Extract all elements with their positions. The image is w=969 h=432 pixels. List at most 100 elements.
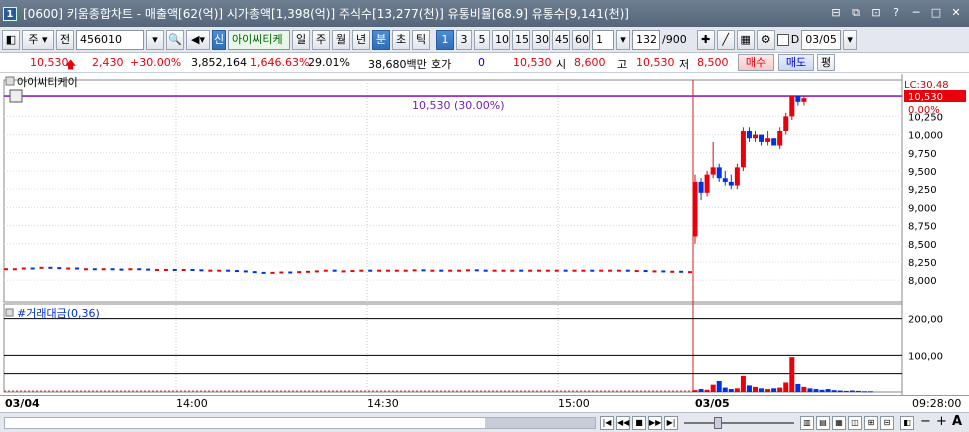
- open-value: 8,600: [574, 56, 606, 69]
- zoom-slider-track[interactable]: [684, 422, 794, 424]
- new-listing-badge[interactable]: 신: [212, 29, 226, 50]
- scroll-first-icon[interactable]: |◀: [600, 416, 614, 430]
- scroll-stop-icon[interactable]: ■: [632, 416, 646, 430]
- day1-candle: [66, 267, 71, 270]
- chart-scroll-thumb[interactable]: [485, 418, 595, 428]
- price-pane-title: 아이씨티케이: [17, 76, 78, 89]
- crosshair-icon[interactable]: ✚: [696, 29, 715, 50]
- hoga-label: 호가: [431, 58, 452, 71]
- stock-chart[interactable]: 10,25010,0009,7509,5009,2509,0008,7508,5…: [0, 74, 969, 410]
- zoom-slider-thumb[interactable]: [714, 417, 722, 429]
- layout-c-icon[interactable]: ▦: [832, 416, 846, 430]
- date-checkbox-label: D: [790, 33, 800, 46]
- eval-button[interactable]: 평: [817, 54, 835, 71]
- day1-candle: [483, 269, 488, 272]
- day1-candle: [270, 271, 275, 274]
- bar-count-input[interactable]: 132: [632, 29, 660, 50]
- high-label: 고: [617, 58, 628, 71]
- layout-e-icon[interactable]: ⊞: [864, 416, 878, 430]
- day2-candle-body: [753, 134, 758, 139]
- interval-dropdown-icon[interactable]: ▾: [616, 29, 630, 50]
- layout-b-icon[interactable]: ▤: [816, 416, 830, 430]
- interval-30[interactable]: 30: [532, 29, 550, 50]
- day1-candle: [110, 268, 115, 271]
- layout-d-icon[interactable]: ◫: [848, 416, 862, 430]
- gear-icon[interactable]: ⚙: [756, 29, 775, 50]
- stock-code-input[interactable]: 456010: [76, 29, 144, 50]
- interval-60[interactable]: 60: [572, 29, 590, 50]
- code-dropdown-icon[interactable]: ▾: [146, 29, 164, 50]
- tab-minute[interactable]: 분: [372, 29, 390, 50]
- date-dropdown-icon[interactable]: ▾: [843, 29, 858, 50]
- tab-week[interactable]: 주: [312, 29, 330, 50]
- day1-candle: [30, 267, 35, 270]
- scroll-next-icon[interactable]: ▶▶: [648, 416, 662, 430]
- time-readout: 09:28:00: [912, 397, 962, 410]
- day1-candle: [332, 269, 337, 272]
- interval-10[interactable]: 10: [492, 29, 510, 50]
- tab-month[interactable]: 월: [332, 29, 350, 50]
- day1-candle: [92, 268, 97, 271]
- sell-button[interactable]: 매도: [778, 54, 814, 71]
- tab-day[interactable]: 일: [292, 29, 310, 50]
- scroll-prev-icon[interactable]: ◀◀: [616, 416, 630, 430]
- sound-icon[interactable]: ◀▾: [186, 29, 210, 50]
- layout-g-icon[interactable]: ◧: [900, 416, 914, 430]
- interval-input[interactable]: 1: [592, 29, 614, 50]
- grid-icon[interactable]: ▦: [736, 29, 755, 50]
- tab-tick[interactable]: 틱: [412, 29, 430, 50]
- interval-15[interactable]: 15: [512, 29, 530, 50]
- volume: 3,852,164: [191, 56, 247, 69]
- interval-5[interactable]: 5: [474, 29, 490, 50]
- tab-year[interactable]: 년: [352, 29, 370, 50]
- x-label-day2: 03/05: [695, 397, 730, 410]
- price-tick-label: 8,750: [908, 222, 937, 233]
- all-button[interactable]: 전: [56, 29, 74, 50]
- day1-candle: [394, 269, 399, 272]
- zoom-in-icon[interactable]: +: [936, 414, 947, 429]
- day1-candle: [4, 268, 8, 271]
- day1-candle: [430, 269, 435, 272]
- day1-candle: [616, 269, 621, 272]
- font-size-icon[interactable]: A: [952, 414, 962, 429]
- minimize-icon[interactable]: ─: [909, 6, 923, 20]
- day1-candle: [181, 268, 186, 271]
- search-icon[interactable]: 🔍: [166, 29, 184, 50]
- maximize-icon[interactable]: □: [929, 6, 943, 20]
- screen-icon[interactable]: ⊡: [869, 6, 883, 20]
- volume-bar: [867, 391, 873, 393]
- last-price-label: 10,530: [908, 92, 943, 103]
- day2-candle-body: [722, 178, 728, 182]
- tab-second[interactable]: 초: [392, 29, 410, 50]
- day1-candle: [599, 269, 604, 272]
- period-select[interactable]: 주 ▾: [22, 29, 54, 50]
- interval-1[interactable]: 1: [436, 29, 454, 50]
- trade-amount: 38,680백만: [368, 58, 427, 71]
- day2-candle-body: [698, 181, 704, 193]
- scroll-last-icon[interactable]: ▶|: [664, 416, 678, 430]
- link-icon[interactable]: ⊟: [829, 6, 843, 20]
- day1-candle: [172, 268, 177, 271]
- layout-a-icon[interactable]: ▥: [800, 416, 814, 430]
- interval-3[interactable]: 3: [456, 29, 472, 50]
- help-icon[interactable]: ?: [889, 6, 903, 20]
- day2-candle-body: [716, 167, 722, 179]
- date-input[interactable]: 03/05: [801, 29, 842, 50]
- volume-bar: [861, 391, 867, 393]
- window-icon[interactable]: 1: [3, 6, 17, 21]
- day2-candle-body: [734, 167, 740, 186]
- zoom-out-icon[interactable]: −: [920, 414, 931, 429]
- copy-icon[interactable]: ⧉: [849, 6, 863, 20]
- panel-toggle-icon[interactable]: ◧: [2, 29, 20, 50]
- day2-candle-body: [795, 96, 801, 102]
- draw-line-icon[interactable]: ╱: [716, 29, 735, 50]
- interval-45[interactable]: 45: [552, 29, 570, 50]
- chart-toolbar: ◧ 주 ▾ 전 456010 ▾ 🔍 ◀▾ 신 아이씨티케 일 주 월 년 분 …: [0, 27, 969, 53]
- close-icon[interactable]: ✕: [949, 6, 963, 20]
- chart-scroll-track[interactable]: [4, 417, 596, 429]
- day1-candle: [510, 269, 515, 272]
- date-checkbox[interactable]: [776, 33, 789, 46]
- layout-f-icon[interactable]: ⊟: [880, 416, 894, 430]
- volume-bar: [831, 390, 837, 392]
- buy-button[interactable]: 매수: [738, 54, 774, 71]
